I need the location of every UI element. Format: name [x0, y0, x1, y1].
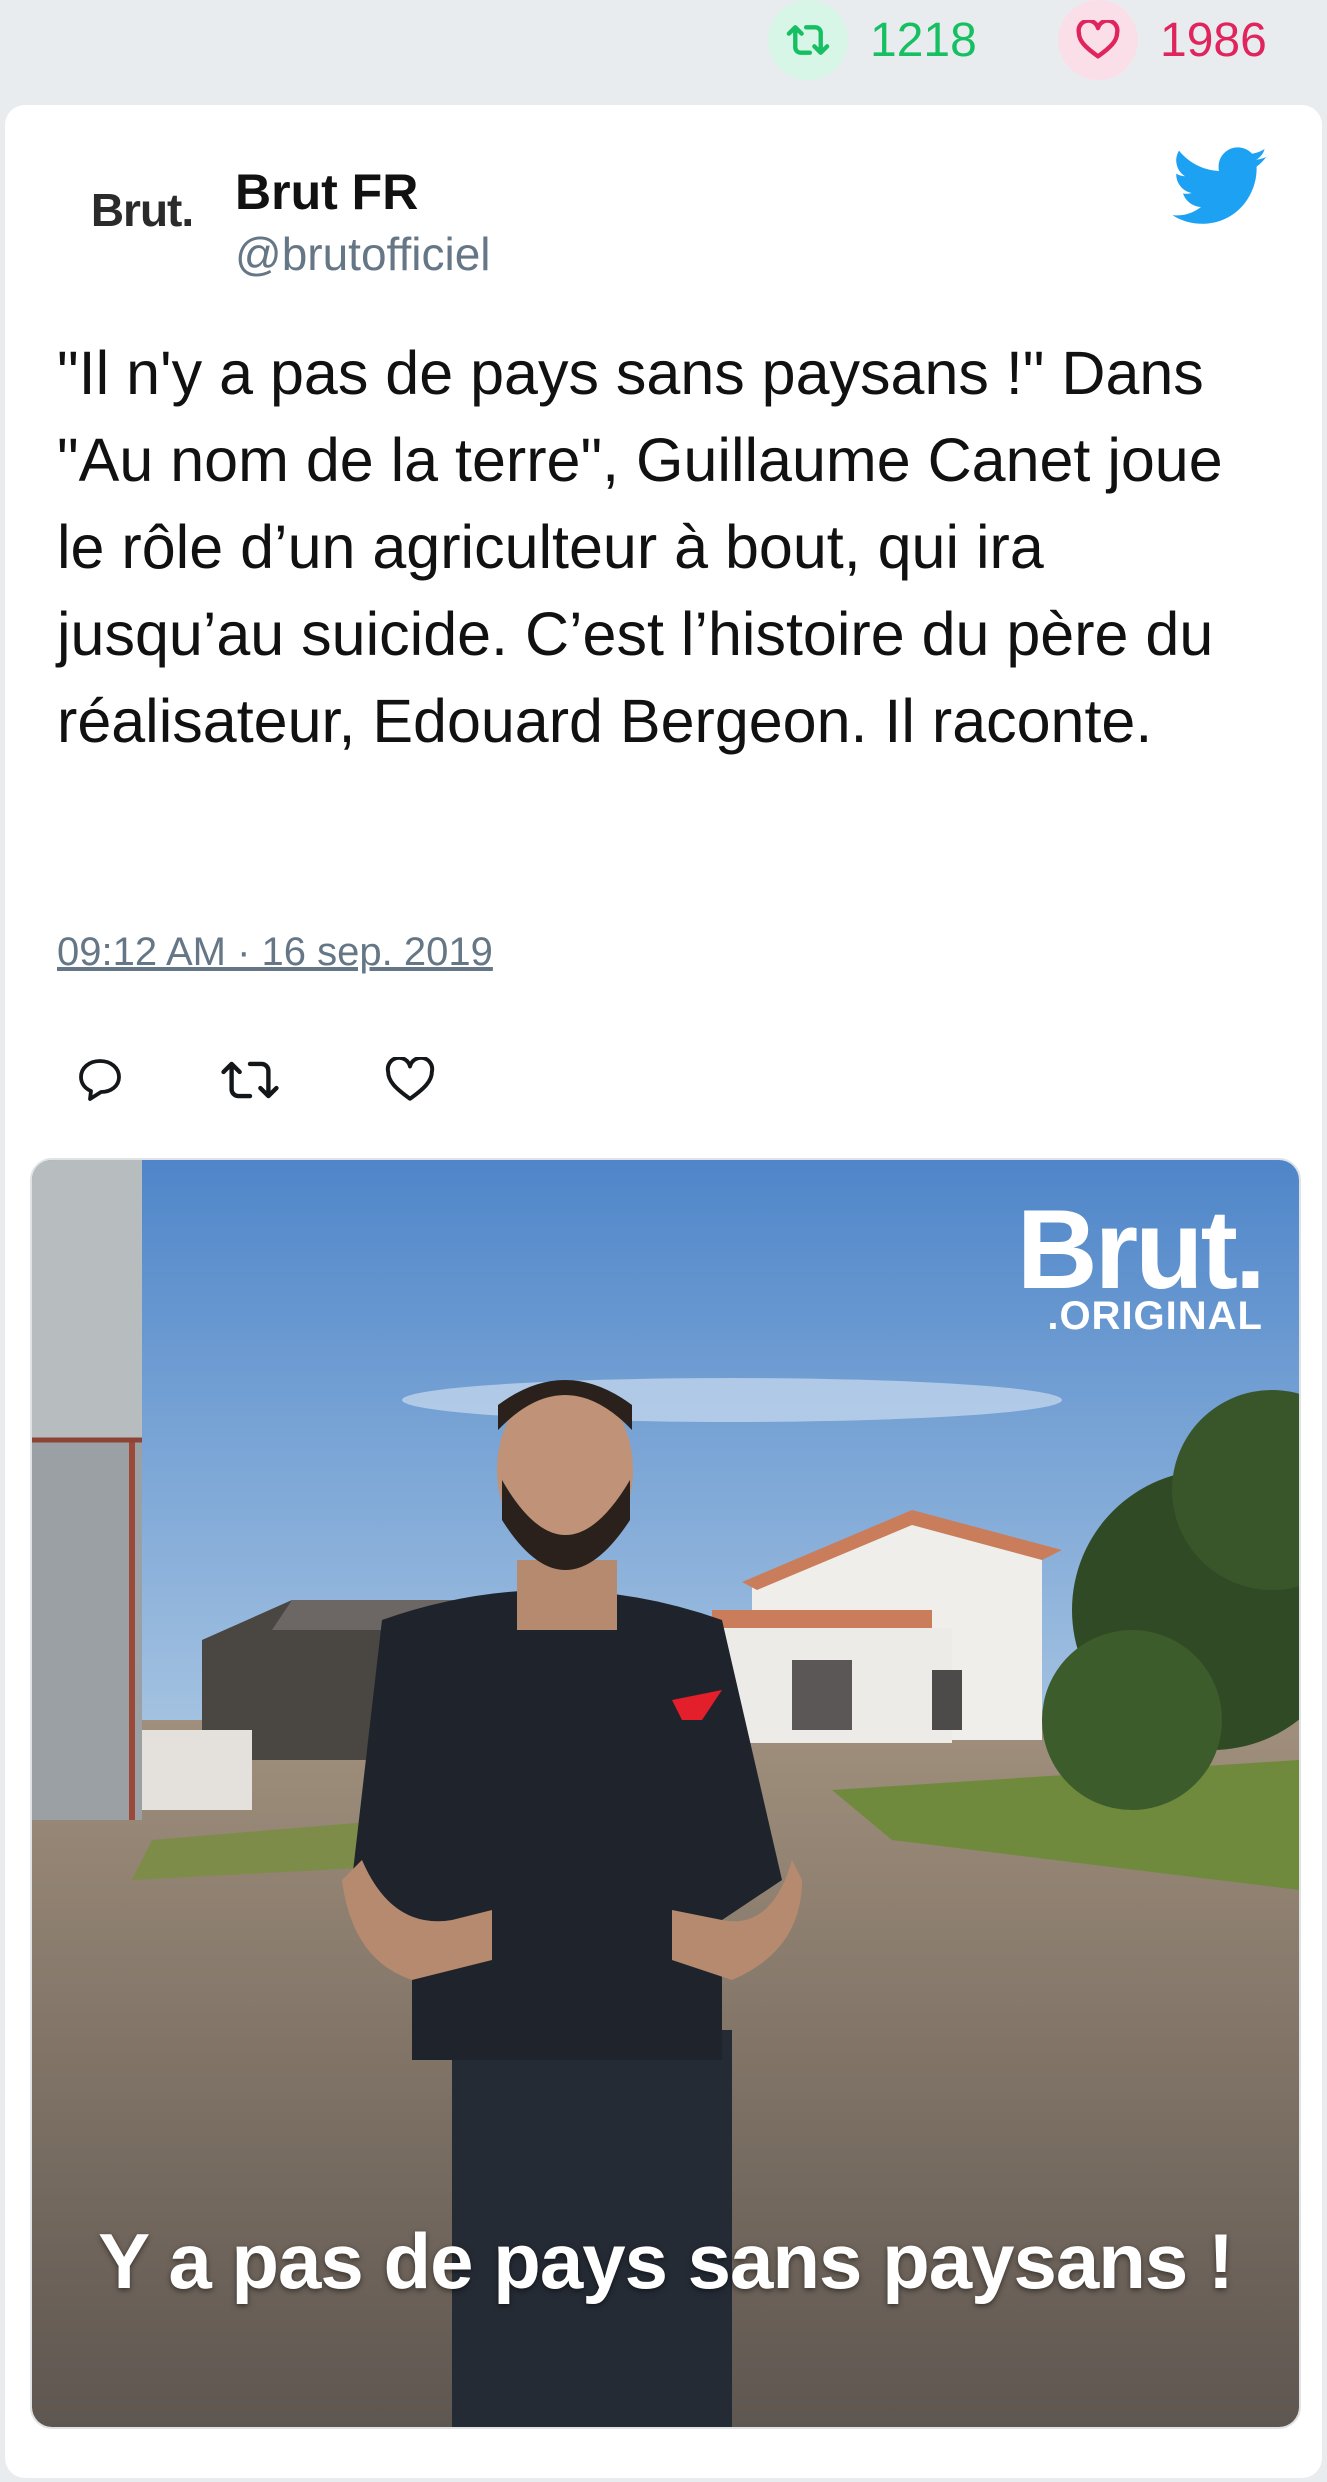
tweet-card: Brut. Brut FR @brutofficiel "Il n'y a pa…: [5, 105, 1322, 2478]
author-handle[interactable]: @brutofficiel: [235, 227, 491, 281]
like-stat[interactable]: 1986: [1058, 0, 1267, 80]
tweet-timestamp[interactable]: 09:12 AM · 16 sep. 2019: [57, 930, 493, 975]
like-count: 1986: [1160, 13, 1267, 67]
like-icon[interactable]: [375, 1045, 445, 1115]
retweet-icon[interactable]: [215, 1045, 285, 1115]
reply-icon[interactable]: [65, 1045, 135, 1115]
retweet-icon: [768, 0, 848, 80]
retweet-count: 1218: [870, 13, 977, 67]
heart-icon: [1058, 0, 1138, 80]
twitter-bird-icon[interactable]: [1172, 147, 1269, 227]
author-name[interactable]: Brut FR: [235, 163, 418, 221]
brut-original-logo: Brut. .ORIGINAL: [1016, 1187, 1266, 1339]
brut-logo-main: Brut.: [1016, 1187, 1266, 1312]
tweet-stats-bar: 1218 1986: [0, 0, 1327, 100]
retweet-stat[interactable]: 1218: [768, 0, 977, 80]
avatar[interactable]: Brut.: [57, 165, 227, 255]
video-caption: Y a pas de pays sans paysans !: [98, 2217, 1234, 2305]
avatar-logo-text: Brut.: [90, 184, 194, 236]
tweet-text: "Il n'y a pas de pays sans paysans !" Da…: [57, 339, 1223, 755]
tweet-video-thumbnail[interactable]: Brut. .ORIGINAL Y a pas de pays sans pay…: [30, 1158, 1301, 2429]
brut-logo-sub: .ORIGINAL: [1047, 1294, 1263, 1338]
